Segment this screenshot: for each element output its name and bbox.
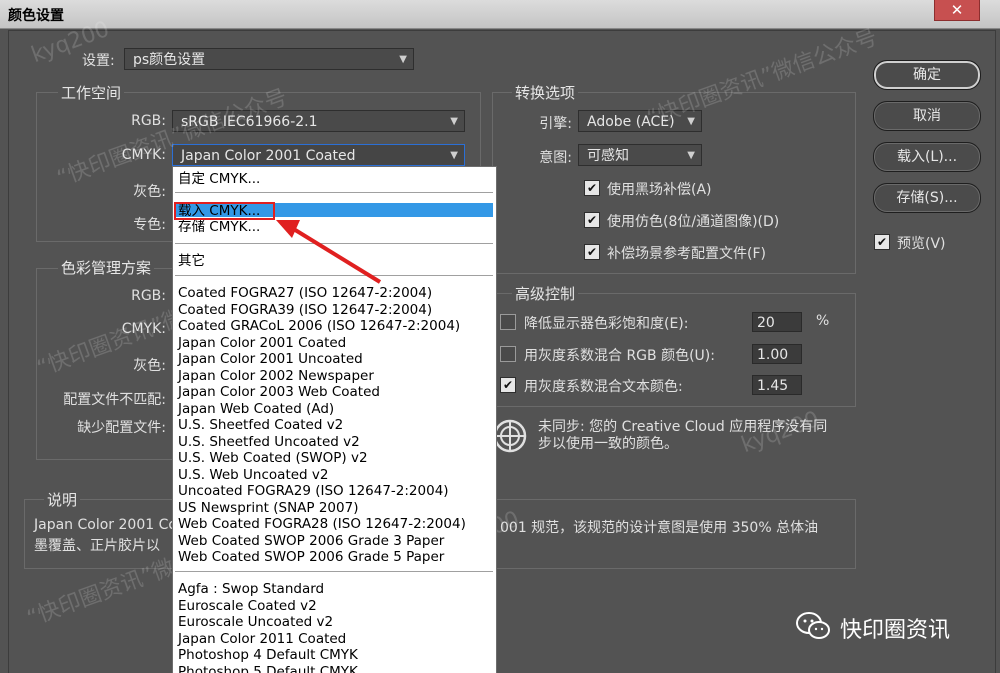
dropdown-profile-item[interactable]: U.S. Sheetfed Coated v2 — [178, 417, 343, 433]
annotation-highlight-box — [174, 202, 275, 220]
cancel-button[interactable]: 取消 — [873, 101, 981, 131]
conversion-title: 转换选项 — [512, 82, 579, 103]
dither-checkbox[interactable]: ✔ — [584, 212, 600, 228]
load-button[interactable]: 载入(L)... — [873, 142, 981, 172]
ok-button[interactable]: 确定 — [873, 60, 981, 90]
intent-label: 意图: — [539, 150, 572, 166]
dropdown-save-cmyk[interactable]: 存储 CMYK... — [178, 219, 260, 235]
save-button[interactable]: 存储(S)... — [873, 183, 981, 213]
title-bar: 颜色设置 ✕ — [0, 0, 1000, 29]
dropdown-profile-item[interactable]: Japan Color 2003 Web Coated — [178, 384, 380, 400]
advanced-title: 高级控制 — [512, 283, 579, 304]
desaturate-label: 降低显示器色彩饱和度(E): — [524, 316, 689, 332]
dropdown-profile-item[interactable]: Japan Web Coated (Ad) — [178, 401, 334, 417]
bpc-checkbox[interactable]: ✔ — [584, 180, 600, 196]
settings-label: 设置: — [82, 53, 115, 69]
desaturate-input[interactable]: 20 — [752, 312, 802, 332]
dropdown-profile-item[interactable]: Agfa : Swop Standard — [178, 581, 324, 597]
sync-status-icon — [493, 419, 527, 453]
dropdown-profile-item[interactable]: Japan Color 2011 Coated — [178, 631, 346, 647]
dropdown-profile-item[interactable]: U.S. Web Coated (SWOP) v2 — [178, 450, 368, 466]
color-settings-window: 颜色设置 ✕ 设置: ps颜色设置 ▼ 工作空间 RGB: sRGB IEC61… — [0, 0, 1000, 673]
settings-value: ps颜色设置 — [133, 52, 206, 68]
blend-text-input[interactable]: 1.45 — [752, 375, 802, 395]
settings-select[interactable]: ps颜色设置 ▼ — [124, 48, 414, 70]
workspace-spot-label: 专色: — [133, 217, 166, 233]
cm-missing-label: 缺少配置文件: — [77, 420, 166, 436]
intent-value: 可感知 — [587, 148, 629, 164]
dropdown-profile-item[interactable]: Uncoated FOGRA29 (ISO 12647-2:2004) — [178, 483, 449, 499]
dropdown-profile-item[interactable]: Web Coated SWOP 2006 Grade 3 Paper — [178, 533, 444, 549]
dropdown-profile-item[interactable]: Coated FOGRA39 (ISO 12647-2:2004) — [178, 302, 432, 318]
description-line1-left: Japan Color 2001 Coa — [34, 517, 186, 533]
preview-label: 预览(V) — [897, 236, 946, 252]
color-management-title: 色彩管理方案 — [58, 257, 155, 278]
dropdown-divider — [175, 192, 493, 193]
close-button[interactable]: ✕ — [934, 0, 980, 21]
dropdown-profile-item[interactable]: Web Coated FOGRA28 (ISO 12647-2:2004) — [178, 516, 466, 532]
dropdown-other[interactable]: 其它 — [178, 253, 205, 269]
dropdown-profile-item[interactable]: Coated GRACoL 2006 (ISO 12647-2:2004) — [178, 318, 460, 334]
blend-rgb-label: 用灰度系数混合 RGB 颜色(U): — [524, 348, 715, 364]
window-title: 颜色设置 — [8, 8, 64, 24]
engine-label: 引擎: — [539, 116, 572, 132]
dropdown-profile-item[interactable]: US Newsprint (SNAP 2007) — [178, 500, 358, 516]
dropdown-profile-item[interactable]: Coated FOGRA27 (ISO 12647-2:2004) — [178, 285, 432, 301]
dropdown-profile-item[interactable]: Web Coated SWOP 2006 Grade 5 Paper — [178, 549, 444, 565]
compensate-label: 补偿场景参考配置文件(F) — [607, 246, 766, 262]
chevron-down-icon: ▼ — [399, 54, 407, 65]
dropdown-profile-item[interactable]: Japan Color 2001 Uncoated — [178, 351, 363, 367]
dropdown-divider — [175, 243, 493, 244]
workspace-title: 工作空间 — [58, 82, 125, 103]
compensate-checkbox[interactable]: ✔ — [584, 244, 600, 260]
cm-mismatch-label: 配置文件不匹配: — [63, 392, 166, 408]
desaturate-checkbox[interactable] — [500, 314, 516, 330]
dropdown-profile-item[interactable]: U.S. Sheetfed Uncoated v2 — [178, 434, 360, 450]
dropdown-divider — [175, 275, 493, 276]
blend-text-label: 用灰度系数混合文本颜色: — [524, 379, 683, 395]
desaturate-unit: % — [816, 313, 830, 329]
brand-name: 快印圈资讯 — [840, 618, 951, 643]
dropdown-profile-item[interactable]: Euroscale Uncoated v2 — [178, 614, 333, 630]
chevron-down-icon: ▼ — [687, 150, 695, 161]
blend-text-checkbox[interactable]: ✔ — [500, 377, 516, 393]
dropdown-profile-item[interactable]: Photoshop 5 Default CMYK — [178, 664, 358, 673]
description-line1-right: 001 规范，该规范的设计意图是使用 350% 总体油 — [500, 520, 819, 536]
workspace-cmyk-value: Japan Color 2001 Coated — [181, 148, 356, 164]
workspace-cmyk-select[interactable]: Japan Color 2001 Coated ▼ — [172, 144, 465, 166]
dropdown-divider — [175, 571, 493, 572]
dropdown-profile-item[interactable]: Photoshop 4 Default CMYK — [178, 647, 358, 663]
dropdown-profile-item[interactable]: Japan Color 2002 Newspaper — [178, 368, 374, 384]
cm-rgb-label: RGB: — [131, 288, 166, 304]
description-line2: 墨覆盖、正片胶片以 — [34, 538, 160, 554]
dropdown-profile-item[interactable]: Euroscale Coated v2 — [178, 598, 317, 614]
preview-checkbox[interactable]: ✔ — [874, 234, 890, 250]
dropdown-profile-item[interactable]: Japan Color 2001 Coated — [178, 335, 346, 351]
description-title: 说明 — [44, 489, 81, 510]
sync-text-line2: 步以使用一致的颜色。 — [538, 436, 678, 452]
dither-label: 使用仿色(8位/通道图像)(D) — [607, 214, 780, 230]
blend-rgb-checkbox[interactable] — [500, 346, 516, 362]
dropdown-profile-item[interactable]: U.S. Web Uncoated v2 — [178, 467, 328, 483]
chevron-down-icon: ▼ — [450, 150, 458, 161]
chevron-down-icon: ▼ — [450, 116, 458, 127]
bpc-label: 使用黑场补偿(A) — [607, 182, 712, 198]
intent-select[interactable]: 可感知 ▼ — [578, 144, 702, 166]
cmyk-dropdown-list[interactable]: 自定 CMYK... 载入 CMYK... 存储 CMYK... 其它 Coat… — [172, 166, 497, 673]
dropdown-custom-cmyk[interactable]: 自定 CMYK... — [178, 171, 260, 187]
wechat-icon — [796, 612, 830, 639]
blend-rgb-input[interactable]: 1.00 — [752, 344, 802, 364]
workspace-gray-label: 灰色: — [133, 184, 166, 200]
